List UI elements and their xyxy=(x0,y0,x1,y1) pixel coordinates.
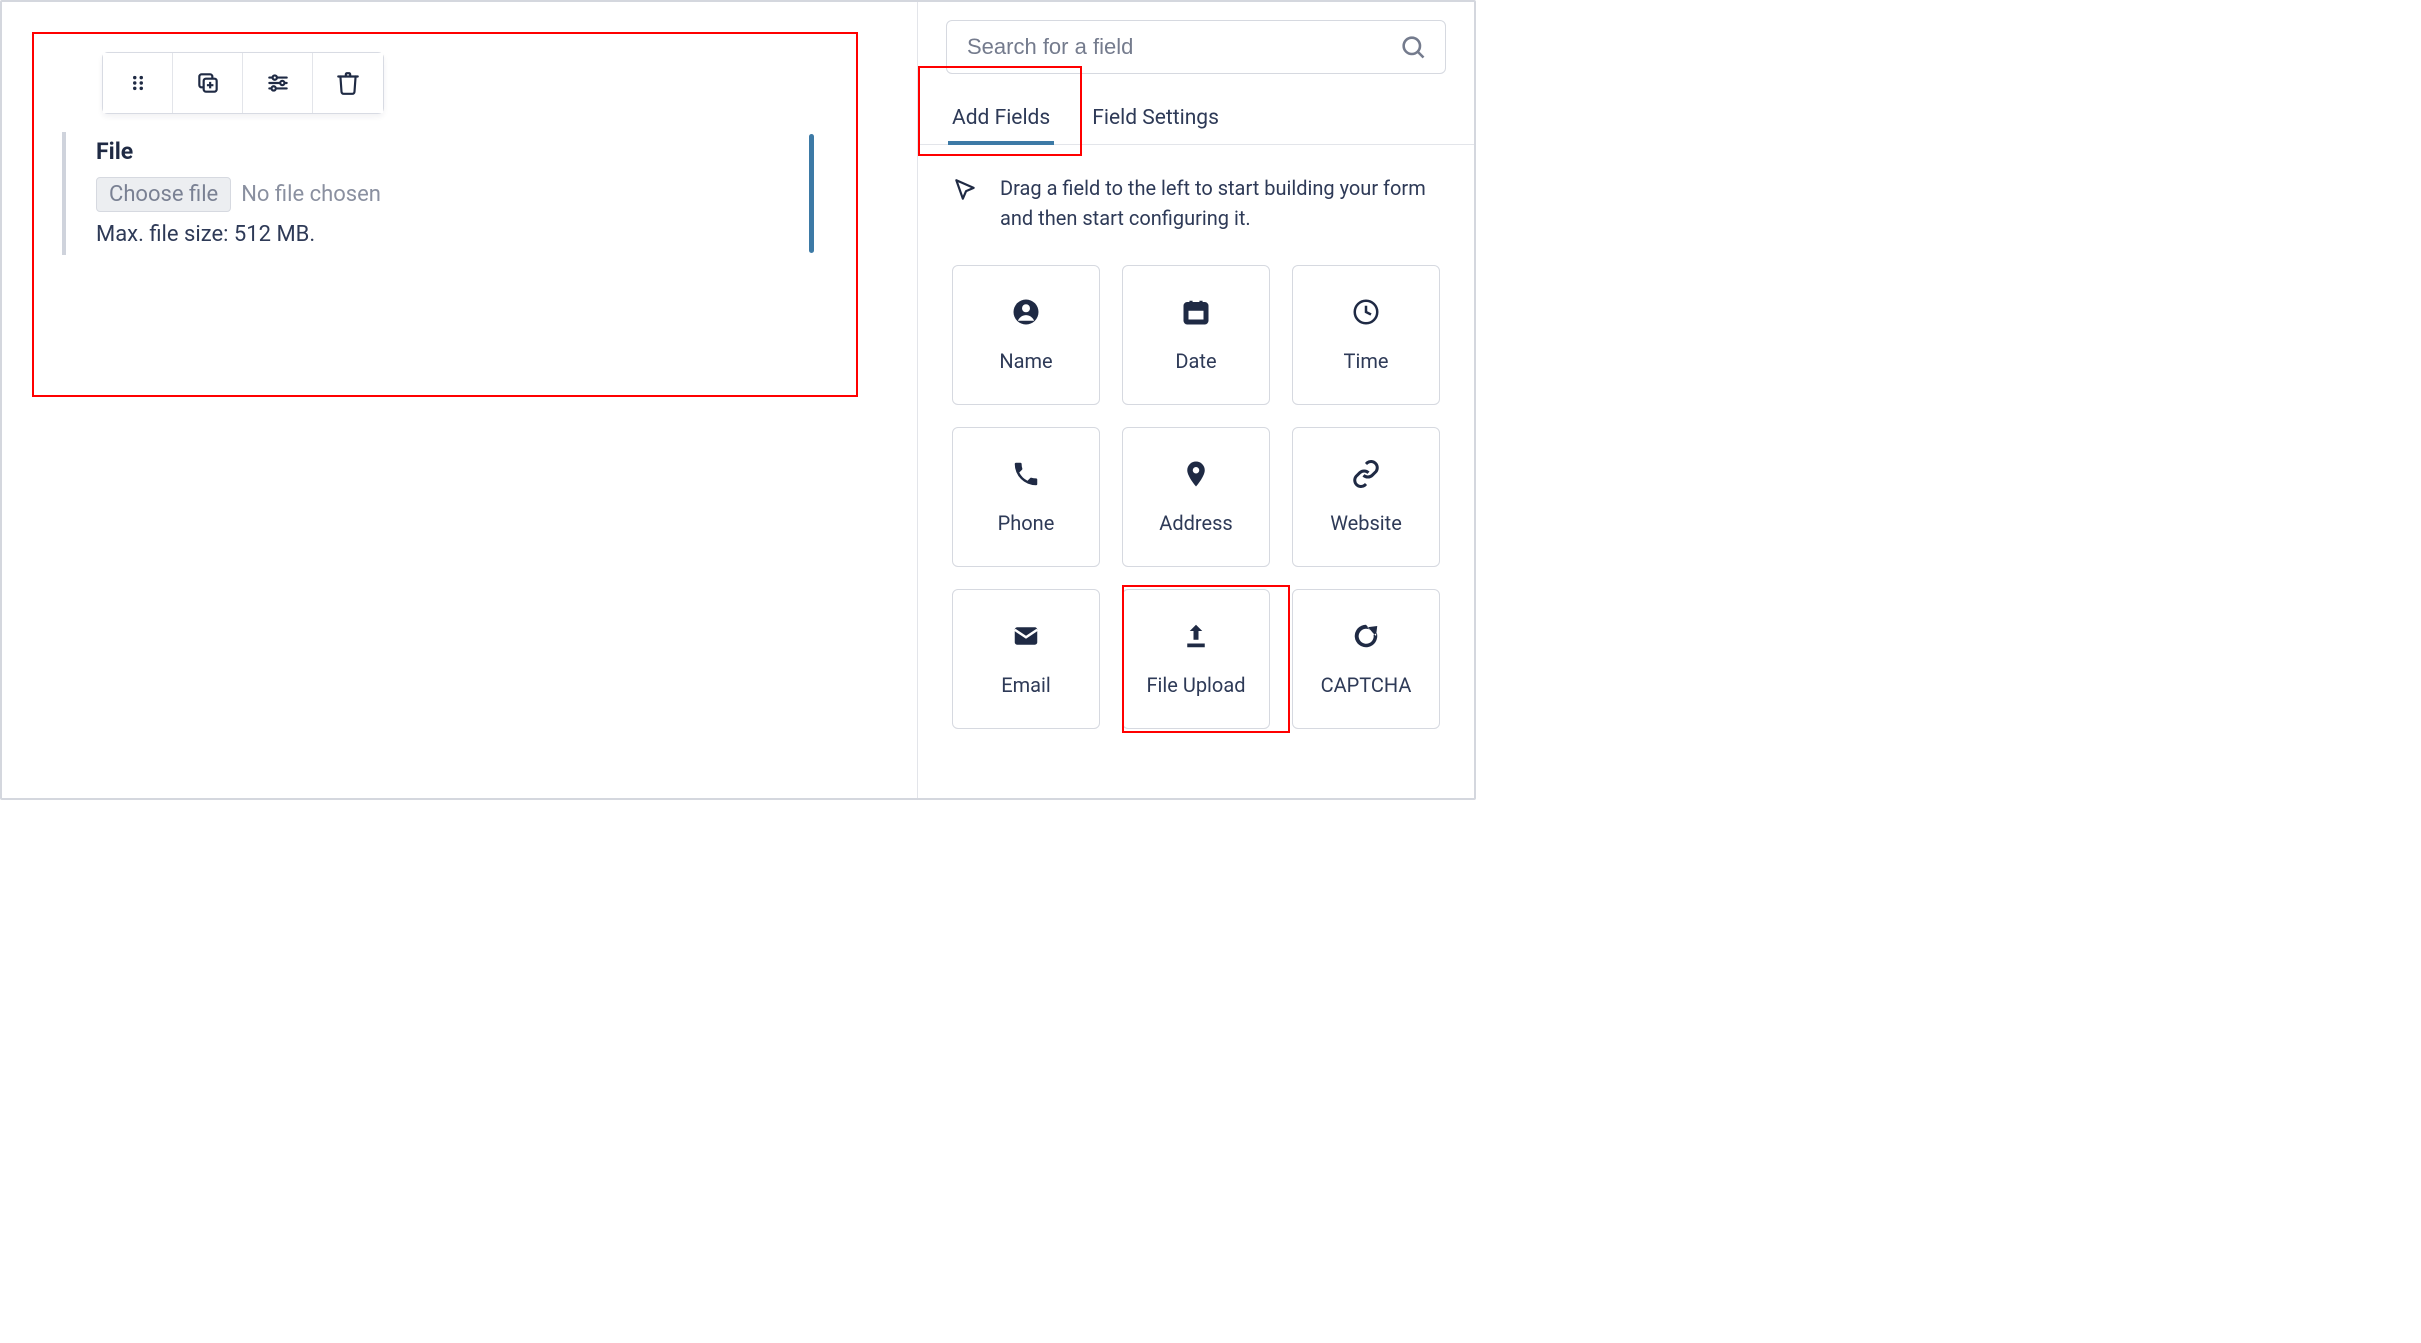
tile-label: Website xyxy=(1330,511,1402,535)
hint-row: Drag a field to the left to start buildi… xyxy=(918,145,1474,243)
tile-time[interactable]: Time xyxy=(1292,265,1440,405)
trash-icon xyxy=(335,70,361,96)
drag-handle-button[interactable] xyxy=(103,53,173,113)
tab-field-settings[interactable]: Field Settings xyxy=(1088,96,1223,144)
file-field-block[interactable]: File Choose file No file chosen Max. fil… xyxy=(62,132,802,255)
tile-address[interactable]: Address xyxy=(1122,427,1270,567)
tile-date[interactable]: Date xyxy=(1122,265,1270,405)
selection-indicator xyxy=(809,134,814,253)
map-pin-icon xyxy=(1181,459,1211,489)
sliders-icon xyxy=(265,70,291,96)
tile-file-upload[interactable]: File Upload xyxy=(1122,589,1270,729)
search-input[interactable] xyxy=(965,33,1399,61)
tile-label: Email xyxy=(1001,673,1051,697)
sidebar-pane: Add Fields Field Settings Drag a field t… xyxy=(917,2,1474,798)
tab-add-fields[interactable]: Add Fields xyxy=(948,96,1054,144)
file-meta-text: Max. file size: 512 MB. xyxy=(96,222,802,247)
cursor-icon xyxy=(952,177,978,203)
tile-captcha[interactable]: CAPTCHA xyxy=(1292,589,1440,729)
drag-handle-icon xyxy=(125,70,151,96)
calendar-icon xyxy=(1181,297,1211,327)
tile-label: File Upload xyxy=(1147,673,1246,697)
canvas-pane: File Choose file No file chosen Max. fil… xyxy=(2,2,917,798)
hint-text: Drag a field to the left to start buildi… xyxy=(1000,173,1440,233)
upload-icon xyxy=(1181,621,1211,651)
email-icon xyxy=(1011,621,1041,651)
tile-label: Date xyxy=(1175,349,1216,373)
file-status-text: No file chosen xyxy=(241,182,381,207)
field-label: File xyxy=(96,138,802,165)
tile-label: CAPTCHA xyxy=(1321,673,1412,697)
delete-button[interactable] xyxy=(313,53,383,113)
duplicate-icon xyxy=(195,70,221,96)
tile-label: Phone xyxy=(998,511,1055,535)
tile-label: Name xyxy=(999,349,1052,373)
search-box[interactable] xyxy=(946,20,1446,74)
link-icon xyxy=(1351,459,1381,489)
tile-name[interactable]: Name xyxy=(952,265,1100,405)
duplicate-button[interactable] xyxy=(173,53,243,113)
settings-button[interactable] xyxy=(243,53,313,113)
sidebar-tabs: Add Fields Field Settings xyxy=(918,86,1474,145)
form-builder-frame: File Choose file No file chosen Max. fil… xyxy=(0,0,1476,800)
canvas[interactable]: File Choose file No file chosen Max. fil… xyxy=(2,2,917,255)
field-tiles-grid: Name Date Time Phone Address xyxy=(918,243,1474,729)
phone-icon xyxy=(1011,459,1041,489)
search-icon xyxy=(1399,33,1427,61)
file-input-row: Choose file No file chosen xyxy=(96,177,802,212)
search-row xyxy=(918,2,1474,86)
user-icon xyxy=(1011,297,1041,327)
tile-label: Address xyxy=(1159,511,1232,535)
captcha-icon xyxy=(1351,621,1381,651)
tile-email[interactable]: Email xyxy=(952,589,1100,729)
tile-phone[interactable]: Phone xyxy=(952,427,1100,567)
tile-website[interactable]: Website xyxy=(1292,427,1440,567)
tile-label: Time xyxy=(1344,349,1389,373)
field-toolbar xyxy=(102,52,384,114)
clock-icon xyxy=(1351,297,1381,327)
choose-file-button[interactable]: Choose file xyxy=(96,177,231,212)
